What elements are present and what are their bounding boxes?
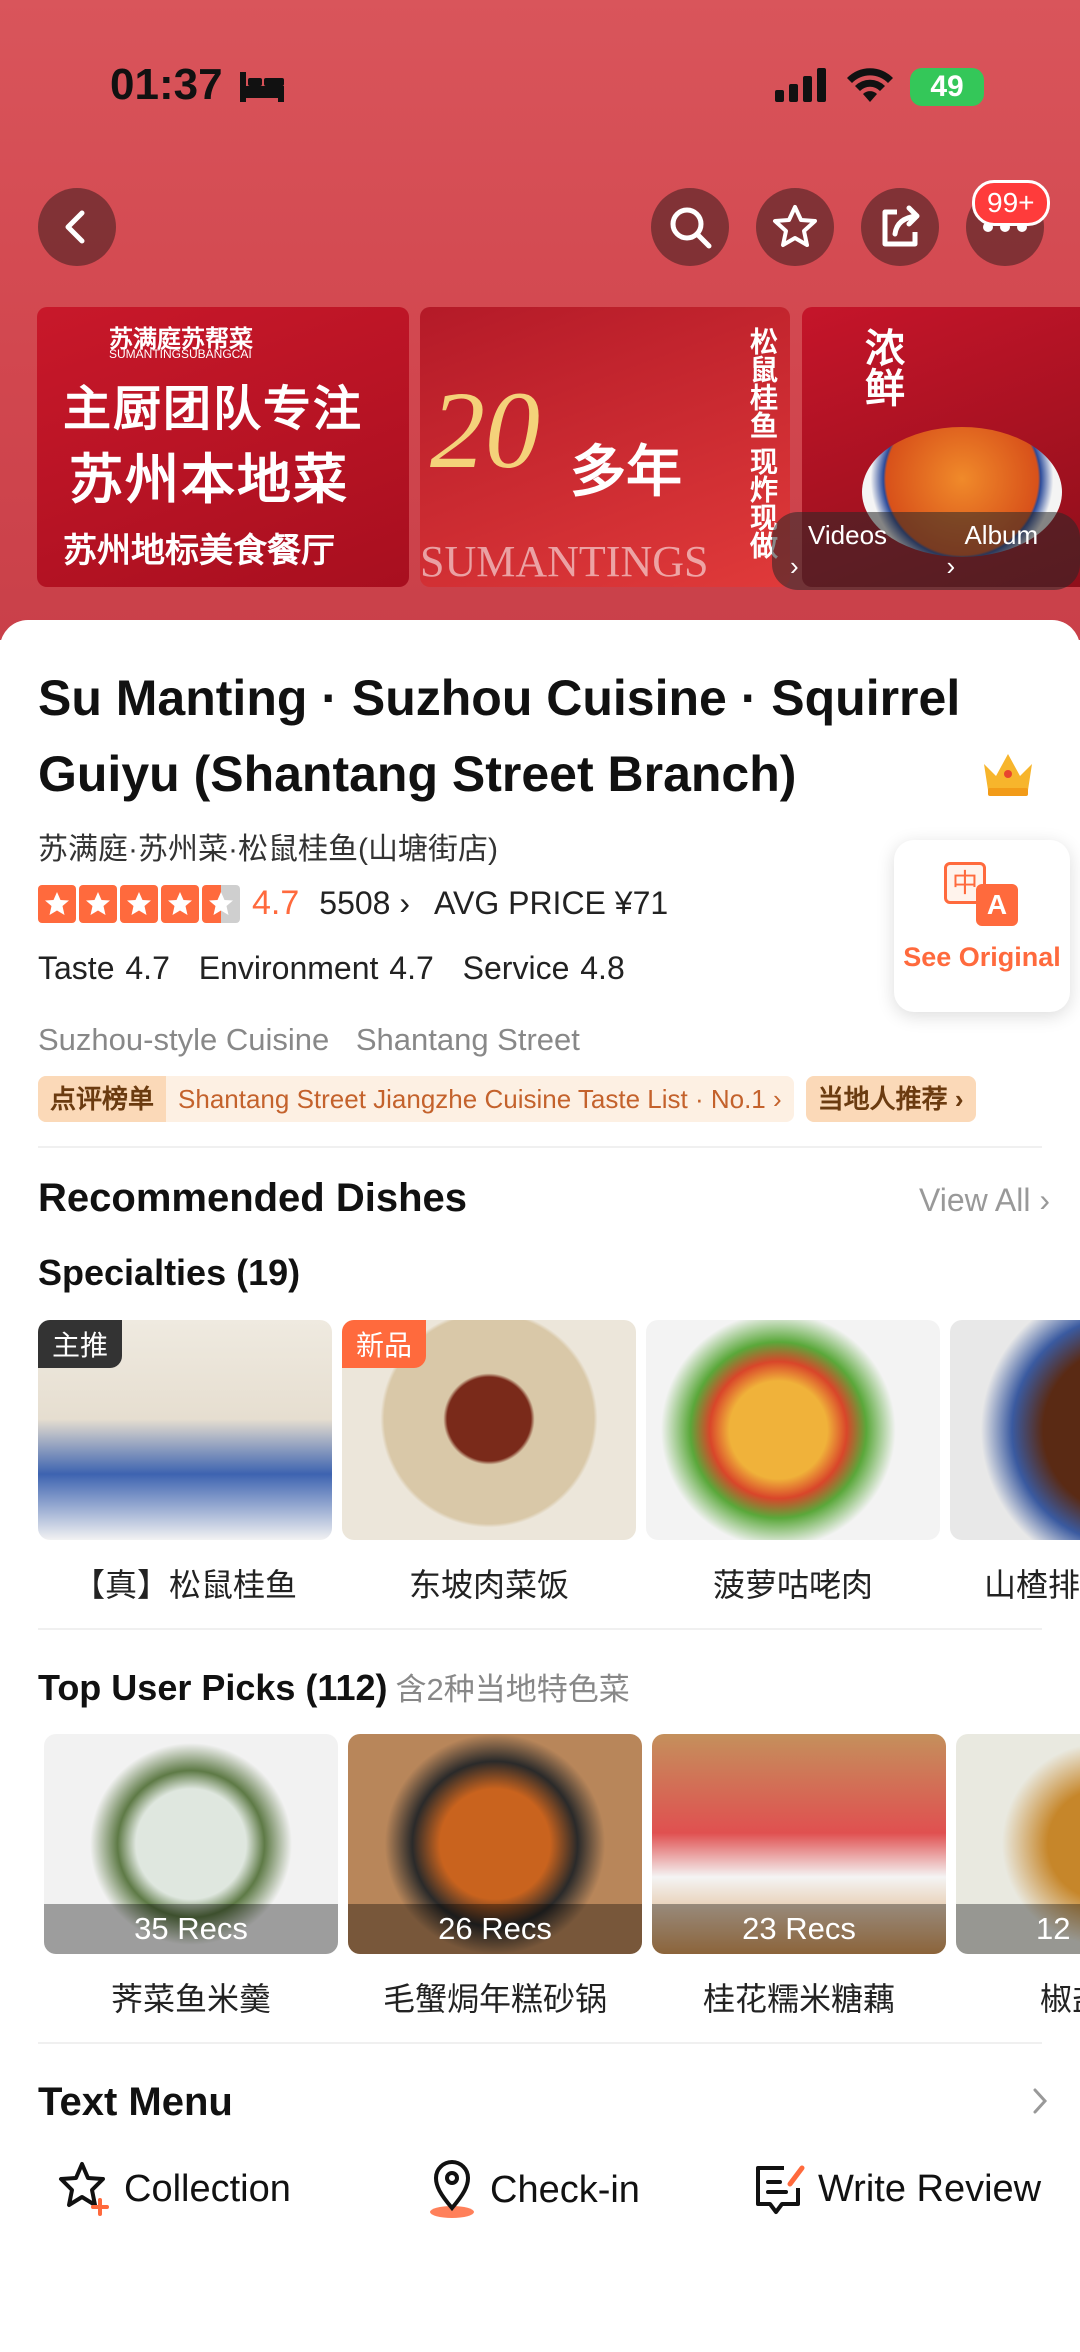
see-original-button[interactable]: 中 A See Original: [894, 840, 1070, 1012]
dish-card[interactable]: [646, 1320, 940, 1540]
pick-card[interactable]: 12: [956, 1734, 1080, 1954]
specialties-row[interactable]: 主推 新品: [38, 1320, 1080, 1540]
pick-name: 毛蟹焗年糕砂锅: [382, 1981, 607, 2017]
battery-indicator: 49: [910, 68, 984, 106]
taste-score: Taste 4.7: [38, 950, 170, 986]
star-icon: [120, 884, 158, 923]
pick-card[interactable]: 26 Recs: [348, 1734, 642, 1954]
banner-headline-3: 苏州地标美食餐厅: [63, 532, 335, 570]
write-review-button[interactable]: Write Review: [750, 2160, 1041, 2218]
banner-brand-watermark: SUMANTINGS: [420, 537, 709, 586]
dish-card[interactable]: 新品: [342, 1320, 636, 1540]
ranking-tag: 点评榜单: [38, 1076, 167, 1122]
status-bar: 01:37 49: [0, 60, 1080, 120]
media-pills: Videos › Album ›: [772, 512, 1080, 590]
star-icon: [38, 884, 76, 923]
share-icon: [882, 205, 920, 247]
wifi-icon: [847, 68, 893, 102]
recommended-title: Recommended Dishes: [38, 1176, 468, 1220]
chevron-left-icon: [65, 210, 85, 244]
cuisine-tags: Suzhou-style Cuisine Shantang Street: [38, 1022, 598, 1058]
translate-icon: 中 A: [940, 862, 1024, 932]
back-button[interactable]: [38, 188, 116, 266]
top-picks-note: 含2种当地特色菜: [395, 1672, 630, 1707]
banner-years-number: 20: [430, 369, 540, 491]
cellular-signal-icon: [775, 68, 826, 102]
banner-years-suffix: 多年: [570, 440, 682, 503]
album-link[interactable]: Album ›: [928, 512, 1080, 590]
search-button[interactable]: [651, 188, 729, 266]
checkin-button[interactable]: Check-in: [424, 2160, 640, 2220]
view-all-link[interactable]: View All ›: [919, 1182, 1050, 1219]
chevron-right-icon[interactable]: [1030, 2086, 1050, 2116]
star-add-icon: [59, 2162, 109, 2216]
ranking-row: 点评榜单 Shantang Street Jiangzhe Cuisine Ta…: [38, 1076, 976, 1122]
banner-headline-1: 主厨团队专注: [63, 383, 364, 436]
dish-name: 山楂排: [984, 1567, 1080, 1603]
half-star-icon: [202, 884, 240, 923]
dish-name: 【真】松鼠桂鱼: [72, 1567, 297, 1603]
specialties-title: Specialties (19): [38, 1252, 301, 1293]
dish-tag: 主推: [38, 1320, 123, 1368]
review-count-link[interactable]: 5508 ›: [319, 885, 410, 922]
dish-name: 菠萝咕咾肉: [712, 1567, 873, 1603]
pick-name: 桂花糯米糖藕: [702, 1981, 895, 2017]
rating-row: 4.7 5508 › AVG PRICE ¥71: [38, 884, 668, 923]
dish-tag: 新品: [342, 1320, 427, 1368]
restaurant-title: Su Manting · Suzhou Cuisine · Squirrel G…: [38, 670, 961, 802]
cuisine-tag[interactable]: Suzhou-style Cuisine: [38, 1022, 329, 1057]
rating-value: 4.7: [252, 884, 300, 922]
banner-slide-2[interactable]: 20 多年 松鼠桂鱼 现炸现做 SUMANTINGS: [420, 307, 790, 587]
share-button[interactable]: [861, 188, 939, 266]
pick-card[interactable]: 35 Recs: [44, 1734, 338, 1954]
divider: [38, 1628, 1042, 1630]
pick-card[interactable]: 23 Recs: [652, 1734, 946, 1954]
recs-count: 12: [956, 1904, 1080, 1954]
banner-headline-2: 苏州本地菜: [69, 450, 349, 510]
notification-badge: 99+: [972, 180, 1050, 226]
banner-brand-en: SUMANTINGSUBANGCAI: [109, 347, 252, 361]
dish-name: 东坡肉菜饭: [408, 1567, 569, 1603]
pick-name: 椒盐: [1040, 1981, 1080, 2017]
favorite-button[interactable]: [756, 188, 834, 266]
sleep-icon: [240, 72, 284, 102]
recs-count: 23 Recs: [652, 1904, 946, 1954]
collection-button[interactable]: Collection: [56, 2160, 291, 2218]
dish-card[interactable]: 主推: [38, 1320, 332, 1540]
avg-price: AVG PRICE ¥71: [434, 885, 669, 921]
edit-review-icon: [756, 2165, 805, 2214]
top-picks-title: Top User Picks (112) 含2种当地特色菜: [38, 1667, 630, 1708]
star-icon: [161, 884, 199, 923]
location-pin-icon: [430, 2160, 474, 2218]
search-icon: [670, 207, 712, 249]
text-menu-title[interactable]: Text Menu: [38, 2080, 233, 2125]
ranking-pill[interactable]: 点评榜单 Shantang Street Jiangzhe Cuisine Ta…: [38, 1076, 794, 1122]
banner-slide-1[interactable]: 苏满庭苏帮菜 SUMANTINGSUBANGCAI 主厨团队专注 苏州本地菜 苏…: [37, 307, 409, 587]
videos-link[interactable]: Videos ›: [772, 512, 928, 590]
divider: [38, 1146, 1042, 1148]
local-recommend-pill[interactable]: 当地人推荐 ›: [805, 1076, 976, 1122]
pick-name: 荠菜鱼米羹: [110, 1981, 271, 2017]
recs-count: 26 Recs: [348, 1904, 642, 1954]
recs-count: 35 Recs: [44, 1904, 338, 1954]
divider: [38, 2042, 1042, 2044]
crown-icon: [984, 754, 1032, 796]
banner-vertical-text-3: 浓鲜: [859, 327, 903, 407]
ranking-text: Shantang Street Jiangzhe Cuisine Taste L…: [178, 1083, 782, 1114]
service-score: Service 4.8: [462, 950, 625, 986]
restaurant-subtitle: 苏满庭·苏州菜·松鼠桂鱼(山塘街店): [38, 833, 498, 866]
area-tag[interactable]: Shantang Street: [356, 1022, 580, 1057]
star-rating: [38, 884, 240, 923]
see-original-label: See Original: [903, 942, 1061, 972]
star-icon: [79, 884, 117, 923]
star-icon: [773, 205, 817, 247]
environment-score: Environment 4.7: [198, 950, 434, 986]
bottom-action-bar: Collection Check-in Write Review: [0, 2130, 1080, 2270]
sub-scores: Taste 4.7 Environment 4.7 Service 4.8: [38, 950, 643, 987]
dish-card[interactable]: [950, 1320, 1080, 1540]
status-time: 01:37: [110, 60, 223, 109]
top-picks-row[interactable]: 35 Recs 26 Recs 23 Recs 12: [44, 1734, 1080, 1954]
